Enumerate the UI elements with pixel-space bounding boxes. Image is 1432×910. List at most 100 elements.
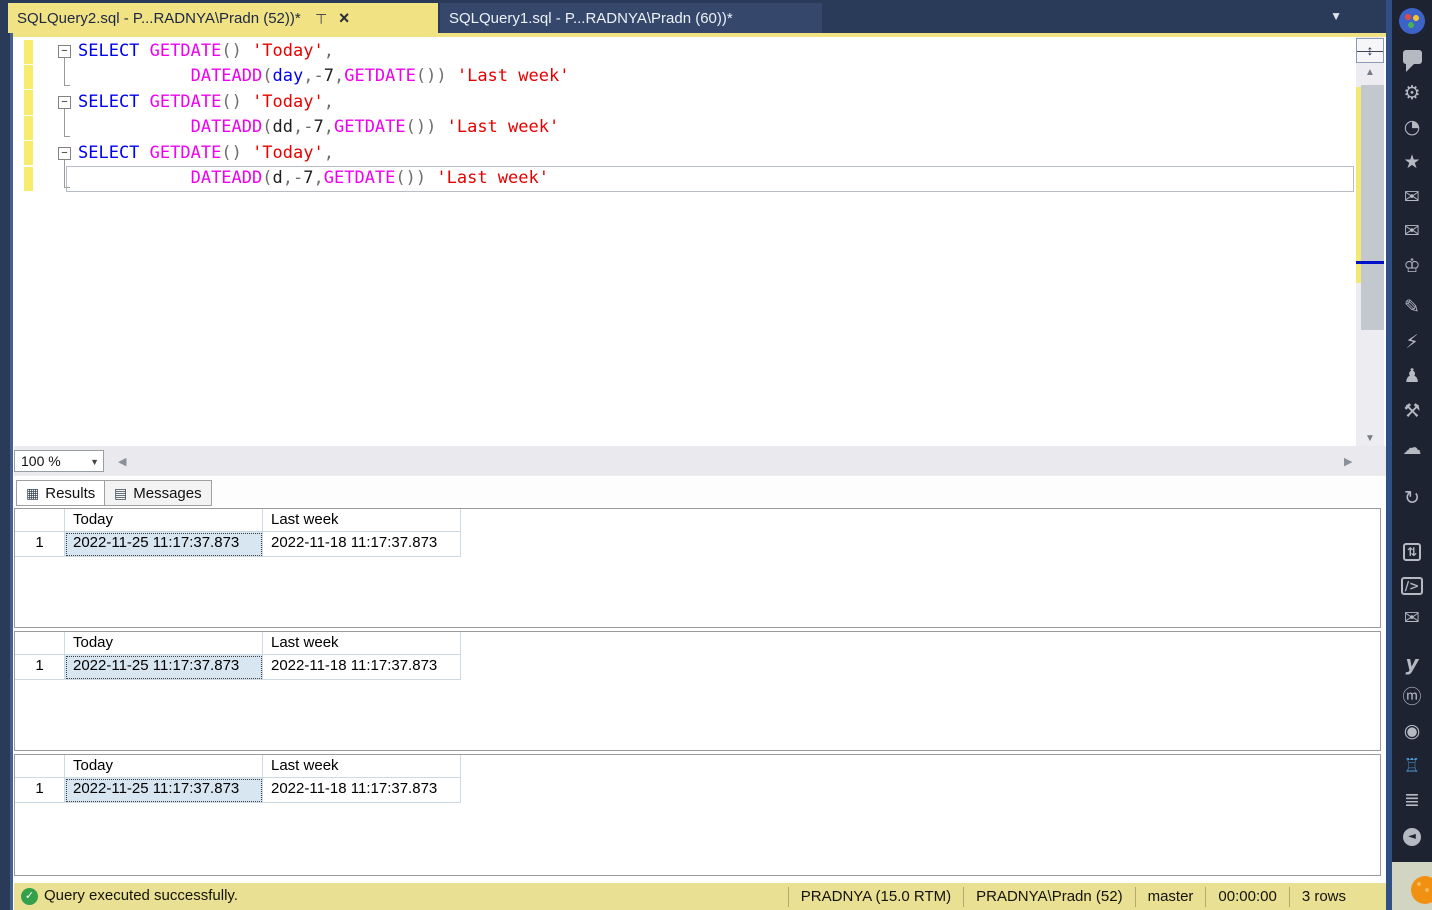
tab-sqlquery1[interactable]: SQLQuery1.sql - P...RADNYA\Pradn (60))* bbox=[440, 3, 822, 33]
status-server-version: PRADNYA (15.0 RTM) bbox=[788, 887, 963, 907]
sliders-icon[interactable]: ⇅ bbox=[1392, 537, 1432, 563]
row-number-header[interactable] bbox=[15, 755, 65, 778]
crown-icon[interactable]: ♔ bbox=[1392, 253, 1432, 279]
row-number-header[interactable] bbox=[15, 632, 65, 655]
column-header[interactable]: Today bbox=[65, 509, 263, 532]
hscroll-right-icon[interactable]: ▶ bbox=[1344, 455, 1352, 468]
data-cell[interactable]: 2022-11-18 11:17:37.873 bbox=[263, 778, 461, 803]
code-token: , bbox=[324, 117, 334, 137]
data-cell[interactable]: 2022-11-25 11:17:37.873 bbox=[65, 655, 263, 680]
pin-icon[interactable]: ⊥ bbox=[315, 10, 327, 27]
row-number-cell[interactable]: 1 bbox=[15, 532, 65, 557]
changed-line-marker bbox=[24, 116, 33, 140]
sliders-icon-glyph: ⇅ bbox=[1403, 543, 1421, 561]
row-number-cell[interactable]: 1 bbox=[15, 655, 65, 680]
code-token bbox=[242, 143, 252, 163]
code-token: , bbox=[283, 168, 293, 188]
nut-icon[interactable]: ◉ bbox=[1392, 718, 1432, 744]
row-number-cell[interactable]: 1 bbox=[15, 778, 65, 803]
column-header[interactable]: Today bbox=[65, 632, 263, 655]
results-grid-icon: ▦ bbox=[26, 485, 39, 502]
star-icon[interactable]: ★ bbox=[1392, 149, 1432, 175]
column-header[interactable]: Last week bbox=[263, 509, 461, 532]
column-header[interactable]: Last week bbox=[263, 755, 461, 778]
zoom-dropdown-icon[interactable]: ▼ bbox=[90, 457, 99, 467]
code-icon[interactable]: /> bbox=[1392, 571, 1432, 597]
code-line: SELECT GETDATE() 'Today', bbox=[78, 141, 334, 166]
code-token: 'Last week' bbox=[436, 168, 549, 188]
collapse-toggle-icon[interactable]: − bbox=[58, 45, 71, 58]
sql-editor[interactable]: −−− SELECT GETDATE() 'Today', DATEADD(da… bbox=[14, 37, 1356, 446]
code-token: , bbox=[314, 168, 324, 188]
code-token: () bbox=[221, 41, 241, 61]
orange-ball-icon[interactable] bbox=[1411, 876, 1432, 904]
code-token: day bbox=[273, 66, 304, 86]
tab-list-dropdown-icon[interactable]: ▼ bbox=[1330, 9, 1342, 23]
comment-icon[interactable] bbox=[1392, 45, 1432, 71]
code-token: , bbox=[324, 143, 334, 163]
close-icon[interactable]: × bbox=[339, 8, 350, 29]
collapse-toggle-icon[interactable]: − bbox=[58, 147, 71, 160]
row-number-header[interactable] bbox=[15, 509, 65, 532]
mail-icon[interactable]: ✉ bbox=[1392, 184, 1432, 210]
hubspot-icon[interactable]: ⚙ bbox=[1392, 80, 1432, 106]
data-cell[interactable]: 2022-11-25 11:17:37.873 bbox=[65, 778, 263, 803]
status-bar: ✓ Query executed successfully. PRADNYA (… bbox=[14, 883, 1386, 910]
tab-messages[interactable]: ▤ Messages bbox=[104, 480, 212, 506]
tab-results[interactable]: ▦ Results bbox=[16, 480, 105, 506]
grid-data-row: 12022-11-25 11:17:37.8732022-11-18 11:17… bbox=[15, 655, 461, 680]
taskbar-bottom-panel[interactable] bbox=[1392, 862, 1432, 910]
back-circle-icon[interactable]: ◄ bbox=[1392, 820, 1432, 846]
data-cell[interactable]: 2022-11-18 11:17:37.873 bbox=[263, 532, 461, 557]
paintbrush-icon[interactable]: ✎ bbox=[1392, 294, 1432, 320]
comment-icon-glyph bbox=[1403, 50, 1422, 64]
data-cell[interactable]: 2022-11-18 11:17:37.873 bbox=[263, 655, 461, 680]
scroll-up-icon[interactable]: ▲ bbox=[1356, 67, 1384, 78]
grid-header-row: TodayLast week bbox=[15, 755, 461, 778]
split-editor-handle[interactable]: ↕ bbox=[1356, 38, 1384, 63]
code-token: DATEADD bbox=[191, 168, 263, 188]
status-right-group: PRADNYA (15.0 RTM)PRADNYA\Pradn (52)mast… bbox=[788, 883, 1358, 910]
data-cell[interactable]: 2022-11-25 11:17:37.873 bbox=[65, 532, 263, 557]
code-token: 'Last week' bbox=[457, 66, 570, 86]
code-token: ()) bbox=[395, 168, 426, 188]
ssms-window: SQLQuery2.sql - P...RADNYA\Pradn (52))* … bbox=[0, 0, 1432, 910]
tab-sqlquery2[interactable]: SQLQuery2.sql - P...RADNYA\Pradn (52))* … bbox=[8, 3, 438, 33]
app-logo-icon[interactable] bbox=[1392, 8, 1432, 34]
code-token: GETDATE bbox=[344, 66, 416, 86]
editor-bottom-bar: 100 % ▼ ◀ ▶ bbox=[14, 446, 1386, 476]
yammer-icon[interactable]: y bbox=[1392, 650, 1432, 676]
changed-line-marker bbox=[24, 167, 33, 191]
code-token: 'Today' bbox=[252, 41, 324, 61]
changed-line-marker bbox=[24, 90, 33, 114]
column-header[interactable]: Today bbox=[65, 755, 263, 778]
results-pane: TodayLast week12022-11-25 11:17:37.87320… bbox=[14, 506, 1386, 883]
code-token: ( bbox=[262, 168, 272, 188]
collapse-toggle-icon[interactable]: − bbox=[58, 96, 71, 109]
cloud-chat-icon[interactable]: ☁ bbox=[1392, 435, 1432, 461]
person-icon[interactable]: ♟ bbox=[1392, 363, 1432, 389]
wrench-icon[interactable]: ⚒ bbox=[1392, 398, 1432, 424]
code-token: () bbox=[221, 143, 241, 163]
m-circle-icon[interactable]: ⓜ bbox=[1392, 684, 1432, 710]
success-check-icon: ✓ bbox=[21, 888, 38, 905]
bank-icon[interactable]: ♖ bbox=[1392, 753, 1432, 779]
scroll-down-icon[interactable]: ▼ bbox=[1356, 433, 1384, 444]
sync-icon[interactable]: ↻ bbox=[1392, 485, 1432, 511]
mail2-icon[interactable]: ✉ bbox=[1392, 218, 1432, 244]
hscroll-left-icon[interactable]: ◀ bbox=[118, 455, 126, 468]
messages-doc-icon: ▤ bbox=[114, 485, 127, 502]
editor-vertical-scrollbar[interactable]: ↕ ▲ ▼ bbox=[1356, 37, 1384, 446]
power-circle-icon[interactable]: ◔ bbox=[1392, 114, 1432, 140]
plug-icon[interactable]: ⚡ bbox=[1392, 329, 1432, 355]
mail-forward-icon[interactable]: ✉ bbox=[1392, 605, 1432, 631]
scrollbar-thumb[interactable] bbox=[1361, 85, 1384, 330]
code-token: , bbox=[324, 92, 334, 112]
column-header[interactable]: Last week bbox=[263, 632, 461, 655]
code-icon-glyph: /> bbox=[1401, 577, 1423, 595]
list-icon[interactable]: ≣ bbox=[1392, 787, 1432, 813]
code-token bbox=[242, 92, 252, 112]
code-token: () bbox=[221, 92, 241, 112]
code-token: SELECT bbox=[78, 92, 139, 112]
zoom-select[interactable]: 100 % ▼ bbox=[14, 450, 104, 472]
